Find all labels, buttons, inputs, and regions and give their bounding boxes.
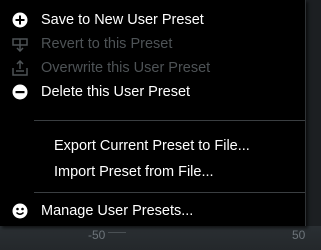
- smiley-icon: [12, 203, 28, 219]
- background-ruler: [0, 226, 321, 250]
- menu-item-import-preset[interactable]: Import Preset from File...: [0, 160, 305, 184]
- revert-icon: [12, 36, 28, 52]
- plus-circle-icon: [12, 12, 28, 28]
- menu-item-save-new-preset[interactable]: Save to New User Preset: [0, 8, 305, 32]
- ruler-label-right: 50: [292, 228, 306, 242]
- menu-item-label: Revert to this Preset: [41, 36, 173, 52]
- menu-item-label: Import Preset from File...: [54, 164, 214, 180]
- menu-item-manage-presets[interactable]: Manage User Presets...: [0, 199, 305, 223]
- menu-item-label: Overwrite this User Preset: [41, 60, 211, 76]
- ruler-label-left: -50: [88, 228, 106, 242]
- menu-item-overwrite-preset[interactable]: Overwrite this User Preset: [0, 56, 305, 80]
- menu-item-label: Manage User Presets...: [41, 203, 194, 219]
- minus-circle-icon: [12, 84, 28, 100]
- menu-item-delete-preset[interactable]: Delete this User Preset: [0, 80, 305, 104]
- menu-item-label: Save to New User Preset: [41, 12, 204, 28]
- menu-separator: [34, 120, 305, 121]
- menu-item-export-preset[interactable]: Export Current Preset to File...: [0, 134, 305, 158]
- overwrite-icon: [12, 60, 28, 76]
- preset-context-menu: Save to New User Preset Revert to this P…: [0, 0, 306, 226]
- menu-item-label: Delete this User Preset: [41, 84, 191, 100]
- ruler-tick: [108, 232, 126, 233]
- menu-item-revert-preset[interactable]: Revert to this Preset: [0, 32, 305, 56]
- menu-separator: [34, 192, 305, 193]
- menu-item-label: Export Current Preset to File...: [54, 138, 250, 154]
